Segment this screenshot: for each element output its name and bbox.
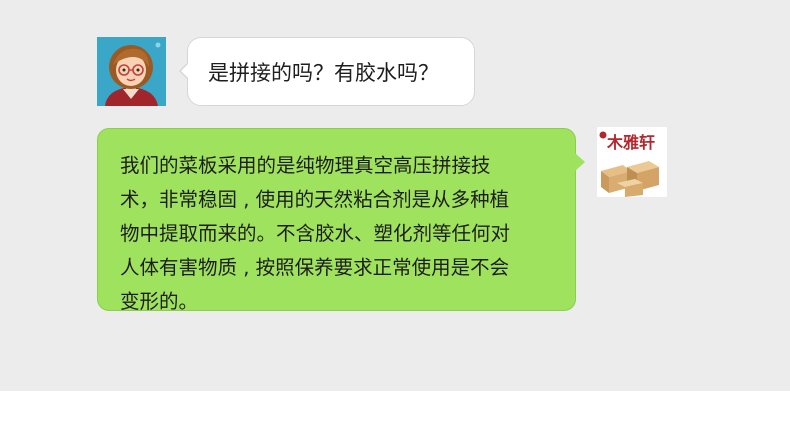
message-line: 变形的。	[120, 290, 199, 313]
shop-avatar[interactable]: 木雅轩	[597, 127, 667, 197]
bubble-tail-fill	[181, 63, 189, 79]
bubble-tail	[575, 153, 585, 171]
message-line: 人体有害物质 , 按照保养要求正常使用是不会	[120, 256, 510, 279]
message-line: 物中提取而来的。不含胶水、塑化剂等任何对	[120, 222, 511, 245]
incoming-message-bubble[interactable]: 是拼接的吗？有胶水吗？	[179, 37, 475, 106]
outgoing-message-bubble[interactable]: 我们的菜板采用的是纯物理真空高压拼接技 术，非常稳固 , 使用的天然粘合剂是从多…	[97, 128, 585, 313]
message-line: 术，非常稳固 , 使用的天然粘合剂是从多种植	[120, 188, 510, 211]
cartoon-woman-icon	[97, 37, 166, 106]
chat-area: 是拼接的吗？有胶水吗？ 我们的菜板采用的是纯物理真空高压拼接技 术，非常稳固 ,…	[0, 0, 790, 391]
incoming-message-text: 是拼接的吗？有胶水吗？	[208, 60, 439, 85]
message-line: 我们的菜板采用的是纯物理真空高压拼接技	[120, 154, 491, 177]
customer-avatar[interactable]	[97, 37, 166, 106]
bottom-blank-area	[0, 391, 790, 436]
brand-logo-text: 木雅轩	[607, 133, 656, 152]
